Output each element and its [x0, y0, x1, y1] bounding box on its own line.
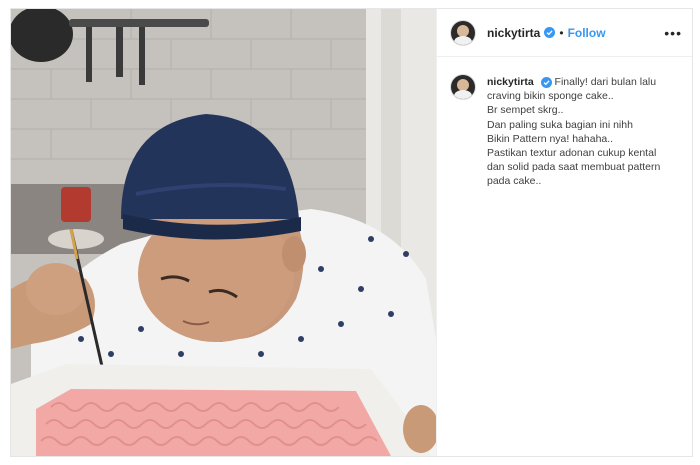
post-photo[interactable]	[11, 9, 436, 456]
post-header: nickytirta • Follow •••	[437, 9, 692, 57]
post-photo-illustration	[11, 9, 436, 456]
caption-avatar[interactable]	[451, 75, 475, 99]
caption-text-block: nickytirta Finally! dari bulan lalu crav…	[487, 75, 677, 189]
verified-badge-icon	[544, 27, 556, 38]
caption-body: Finally! dari bulan lalu craving bikin s…	[487, 76, 661, 188]
instagram-post-card: nickytirta • Follow ••• nickytirta Final…	[10, 8, 693, 457]
post-sidebar: nickytirta • Follow ••• nickytirta Final…	[436, 9, 692, 456]
follow-button[interactable]: Follow	[568, 26, 606, 40]
username-link[interactable]: nickytirta	[487, 26, 540, 40]
more-options-icon[interactable]: •••	[664, 25, 682, 41]
caption-comment: nickytirta Finally! dari bulan lalu crav…	[451, 75, 682, 189]
separator-dot: •	[559, 25, 564, 40]
caption-username-link[interactable]: nickytirta	[487, 76, 534, 88]
caption-verified-badge-icon	[540, 76, 552, 88]
avatar[interactable]	[451, 20, 475, 45]
